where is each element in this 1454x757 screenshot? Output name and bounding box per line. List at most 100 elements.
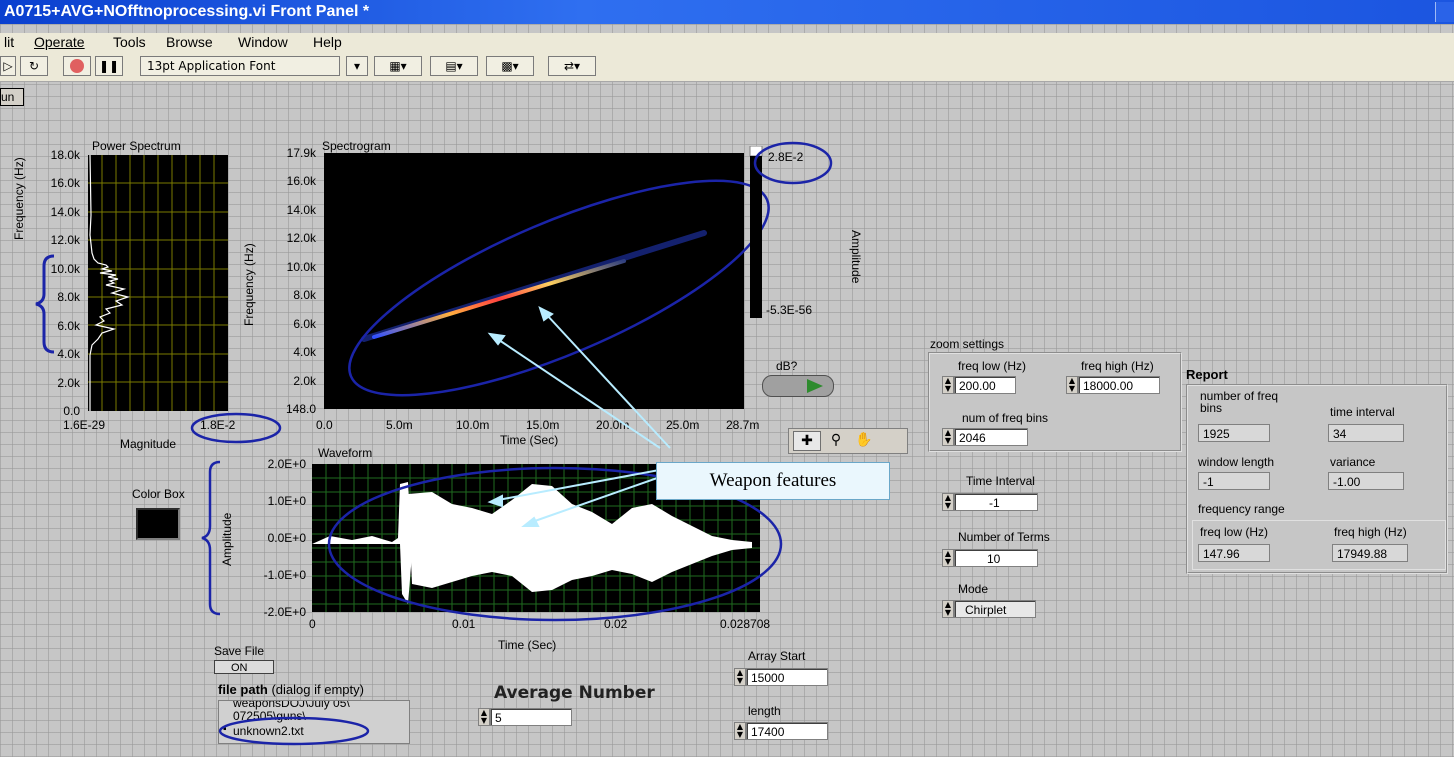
file-path-label-bold: file path xyxy=(218,682,268,697)
report-title: Report xyxy=(1186,367,1228,382)
array-start-label: Array Start xyxy=(748,649,806,663)
report-range-label: frequency range xyxy=(1198,502,1285,516)
wf-y-tick-1: 1.0E+0 xyxy=(267,494,306,508)
pan-tool-icon[interactable]: ✋ xyxy=(851,431,877,449)
menu-window[interactable]: Window xyxy=(238,34,288,50)
report-low-value: 147.96 xyxy=(1198,544,1270,562)
max-magnitude-circle-annotation xyxy=(190,412,282,444)
menu-edit[interactable]: lit xyxy=(4,34,14,50)
wf-y-tick-4: -2.0E+0 xyxy=(263,605,306,619)
power-spectrum-title: Power Spectrum xyxy=(92,139,181,153)
mode-select[interactable]: Chirplet xyxy=(954,600,1036,618)
report-variance-label: variance xyxy=(1330,455,1376,469)
average-input[interactable]: 5 xyxy=(490,708,572,726)
average-spinner[interactable]: ▲ ▼ xyxy=(478,708,490,726)
save-file-toggle[interactable]: ON xyxy=(214,660,274,674)
time-interval-input[interactable]: -1 xyxy=(954,493,1038,511)
num-bins-input[interactable]: 2046 xyxy=(954,428,1028,446)
num-terms-spinner[interactable]: ▲ ▼ xyxy=(942,549,954,567)
align-objects-icon[interactable]: ▦▾ xyxy=(374,56,422,76)
sg-x-tick-1: 5.0m xyxy=(386,418,413,432)
length-spinner[interactable]: ▲ ▼ xyxy=(734,722,746,740)
run-arrow-icon[interactable]: ▷ xyxy=(0,56,16,76)
ps-y-tick-3: 12.0k xyxy=(50,233,80,248)
waveform-xlabel: Time (Sec) xyxy=(498,638,557,652)
report-variance-value: -1.00 xyxy=(1328,472,1404,490)
waveform-title: Waveform xyxy=(318,446,373,460)
sg-y-tick-2: 14.0k xyxy=(286,202,316,217)
amplitude-bracket-annotation xyxy=(201,460,221,616)
toggle-arrow-icon xyxy=(807,379,823,393)
annotation-arrows xyxy=(487,306,681,527)
cursor-tool-icon[interactable]: ✚ xyxy=(793,431,821,451)
resize-objects-icon[interactable]: ▩▾ xyxy=(486,56,534,76)
power-spectrum-xlabel: Magnitude xyxy=(120,437,177,451)
ps-y-tick-9: 0.0 xyxy=(63,404,80,418)
power-spectrum-plot[interactable] xyxy=(88,155,228,411)
sg-x-tick-0: 0.0 xyxy=(316,418,333,432)
ps-y-tick-2: 14.0k xyxy=(50,204,80,219)
weapon-features-label: Weapon features xyxy=(656,462,890,500)
report-window-label: window length xyxy=(1198,455,1275,469)
scale-label: Amplitude xyxy=(849,230,863,284)
sg-y-tick-6: 6.0k xyxy=(293,316,316,331)
menu-operate[interactable]: Operate xyxy=(34,34,85,50)
array-start-spinner[interactable]: ▲ ▼ xyxy=(734,668,746,686)
sg-x-tick-6: 28.7m xyxy=(726,418,760,432)
sg-y-tick-1: 16.0k xyxy=(286,174,316,189)
menu-tools[interactable]: Tools xyxy=(113,34,146,50)
ps-y-tick-1: 16.0k xyxy=(50,176,80,191)
run-tab[interactable]: un xyxy=(0,88,24,106)
freq-low-spinner[interactable]: ▲ ▼ xyxy=(942,376,954,394)
report-interval-label: time interval xyxy=(1330,405,1395,419)
report-high-value: 17949.88 xyxy=(1332,544,1408,562)
run-continuously-icon[interactable]: ↻ xyxy=(20,56,48,76)
zoom-settings-title: zoom settings xyxy=(930,337,1005,351)
report-window-value: -1 xyxy=(1198,472,1270,490)
font-dropdown-icon[interactable]: ▾ xyxy=(346,56,368,76)
zoom-tool-icon[interactable]: ⚲ xyxy=(823,431,849,449)
pause-button[interactable]: ❚❚ xyxy=(95,56,123,76)
ps-x-tick-min: 1.6E-29 xyxy=(63,418,106,432)
toolbar: ▷ ↻ ❚❚ 13pt Application Font ▾ ▦▾ ▤▾ ▩▾ … xyxy=(0,53,1454,82)
menu-help[interactable]: Help xyxy=(313,34,342,50)
freq-low-label: freq low (Hz) xyxy=(958,359,1027,373)
window-title: A0715+AVG+NOfftnoprocessing.vi Front Pan… xyxy=(0,0,1454,24)
freq-low-input[interactable]: 200.00 xyxy=(954,376,1016,394)
abort-button[interactable] xyxy=(63,56,91,76)
length-input[interactable]: 17400 xyxy=(746,722,828,740)
distribute-objects-icon[interactable]: ▤▾ xyxy=(430,56,478,76)
mode-label: Mode xyxy=(958,582,989,596)
time-interval-spinner[interactable]: ▲ ▼ xyxy=(942,493,954,511)
time-interval-label: Time Interval xyxy=(966,474,1035,488)
report-bins-label: number of freq bins xyxy=(1200,389,1279,415)
sg-y-tick-3: 12.0k xyxy=(286,231,316,246)
num-bins-spinner[interactable]: ▲ ▼ xyxy=(942,428,954,446)
mode-spinner[interactable]: ▲ ▼ xyxy=(942,600,954,618)
window-control-button[interactable] xyxy=(1435,2,1454,22)
font-select[interactable]: 13pt Application Font xyxy=(140,56,340,76)
report-low-label: freq low (Hz) xyxy=(1200,525,1269,539)
sg-y-tick-7: 4.0k xyxy=(293,345,316,360)
report-bins-value: 1925 xyxy=(1198,424,1270,442)
scale-min-label: -5.3E-56 xyxy=(766,303,813,317)
power-spectrum-ylabel: Frequency (Hz) xyxy=(12,157,26,240)
reorder-icon[interactable]: ⇄▾ xyxy=(548,56,596,76)
array-start-input[interactable]: 15000 xyxy=(746,668,828,686)
freq-high-label: freq high (Hz) xyxy=(1081,359,1154,373)
file-path-label-hint: (dialog if empty) xyxy=(271,682,364,697)
spectrogram-title: Spectrogram xyxy=(322,139,391,153)
num-terms-label: Number of Terms xyxy=(958,530,1050,544)
save-file-label: Save File xyxy=(214,644,265,658)
freq-high-input[interactable]: 18000.00 xyxy=(1078,376,1160,394)
report-interval-value: 34 xyxy=(1328,424,1404,442)
freq-high-spinner[interactable]: ▲ ▼ xyxy=(1066,376,1078,394)
sg-y-tick-0: 17.9k xyxy=(286,146,316,160)
sg-y-tick-4: 10.0k xyxy=(286,259,316,274)
num-terms-input[interactable]: 10 xyxy=(954,549,1038,567)
color-box-label: Color Box xyxy=(132,487,185,501)
db-toggle-switch[interactable] xyxy=(762,375,834,397)
menu-browse[interactable]: Browse xyxy=(166,34,213,50)
color-box[interactable] xyxy=(136,508,180,540)
file-path-label: file path (dialog if empty) xyxy=(218,682,364,697)
